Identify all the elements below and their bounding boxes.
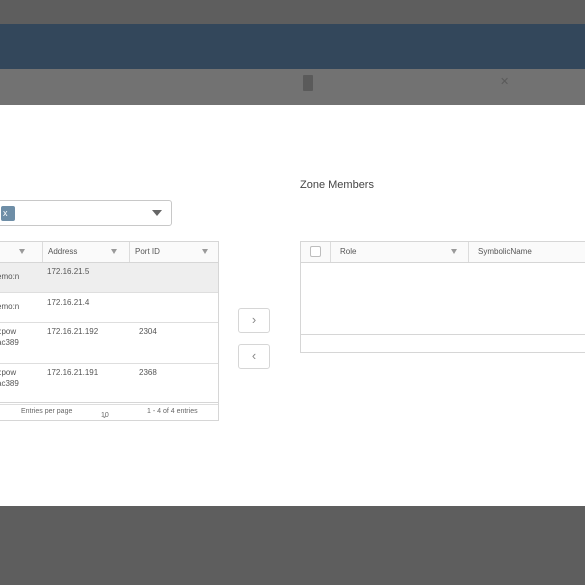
entries-per-page-label: Entries per page	[21, 408, 73, 415]
available-members-grid: Address Port ID emo:n 172.16.21.5 emo:n …	[0, 241, 219, 421]
chevron-right-icon: ›	[251, 312, 257, 327]
remove-member-button[interactable]: ‹	[238, 344, 270, 369]
zone-members-title: Zone Members	[300, 179, 374, 191]
member-type-select[interactable]: x	[0, 200, 172, 226]
select-all-checkbox[interactable]	[310, 246, 321, 257]
pagination-range: 1 - 4 of 4 entries	[147, 408, 198, 415]
app-header	[0, 24, 585, 69]
table-row[interactable]: t:pow ac389 172.16.21.191 2368	[0, 364, 218, 405]
toolbar-backdrop: ✕	[0, 69, 585, 105]
backdrop-top	[0, 0, 585, 24]
column-header-role[interactable]: Role	[330, 242, 468, 262]
filter-icon[interactable]	[111, 249, 117, 254]
add-member-button[interactable]: ›	[238, 308, 270, 333]
table-row[interactable]: emo:n 172.16.21.4	[0, 293, 218, 323]
selected-chip[interactable]: x	[1, 206, 15, 221]
zone-members-grid: Role SymbolicName	[300, 241, 585, 353]
document-icon	[303, 75, 313, 91]
close-icon: ✕	[500, 76, 510, 88]
table-row[interactable]: emo:n 172.16.21.5	[0, 263, 218, 293]
chevron-left-icon: ‹	[251, 348, 257, 363]
grid-footer: Entries per page 10 ⌄ 1 - 4 of 4 entries	[0, 402, 218, 420]
backdrop-bottom	[0, 506, 585, 585]
grid-header: Role SymbolicName	[301, 242, 585, 263]
chevron-down-icon: ⌄	[101, 411, 108, 420]
zone-members-empty-body	[301, 262, 585, 335]
column-header-symbolic-name[interactable]: SymbolicName	[468, 242, 585, 262]
filter-icon[interactable]	[451, 249, 457, 254]
grid-header: Address Port ID	[0, 242, 218, 263]
filter-icon[interactable]	[202, 249, 208, 254]
table-row[interactable]: t:pow ac389 172.16.21.192 2304	[0, 323, 218, 364]
chevron-down-icon[interactable]	[152, 210, 162, 216]
zone-editor-dialog: x Address Port ID emo:n 172.16.21.5 emo:…	[0, 105, 585, 506]
filter-icon[interactable]	[19, 249, 25, 254]
